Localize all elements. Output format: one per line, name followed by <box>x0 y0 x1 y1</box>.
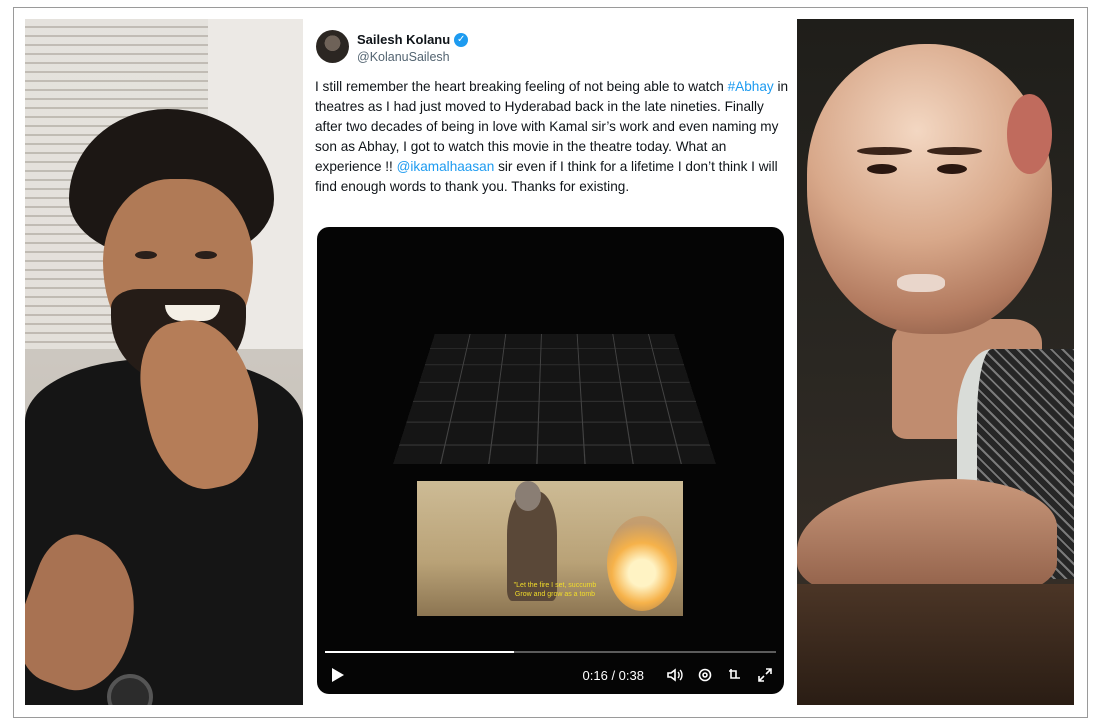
eye <box>135 251 157 259</box>
ear <box>1007 94 1052 174</box>
mouth <box>897 274 945 292</box>
fullscreen-icon <box>758 668 772 682</box>
play-icon <box>332 668 344 682</box>
subtitle-line: Grow and grow as a tomb <box>514 591 596 598</box>
eye <box>195 251 217 259</box>
progress-fill <box>325 651 515 653</box>
theatre-ceiling <box>393 334 716 465</box>
right-portrait-photo <box>797 19 1074 705</box>
author-name[interactable]: Sailesh Kolanu ✓ <box>357 32 469 47</box>
left-portrait-photo <box>25 19 303 705</box>
smile <box>165 305 220 321</box>
subtitle: "Let the fire I set, succumb Grow and gr… <box>485 581 625 599</box>
arm <box>797 479 1057 599</box>
subtitle-line: "Let the fire I set, succumb <box>513 582 597 589</box>
fullscreen-button[interactable] <box>756 666 774 684</box>
rotate-icon <box>729 669 740 679</box>
hashtag-link[interactable]: #Abhay <box>728 79 774 94</box>
display-name-text[interactable]: Sailesh Kolanu <box>357 32 450 47</box>
volume-button[interactable] <box>666 666 684 684</box>
mention-link[interactable]: @ikamalhaasan <box>397 159 495 174</box>
avatar[interactable] <box>316 30 349 63</box>
eyebrow <box>927 147 982 155</box>
settings-icon <box>698 668 712 682</box>
movie-screen: "Let the fire I set, succumb Grow and gr… <box>417 481 683 616</box>
verified-badge-icon: ✓ <box>454 32 469 47</box>
time-display: 0:16 / 0:38 <box>582 667 644 683</box>
eye <box>867 164 897 174</box>
rotate-button[interactable] <box>726 666 744 684</box>
foreground-surface <box>797 584 1074 705</box>
eye <box>937 164 967 174</box>
video-controls: 0:16 / 0:38 <box>317 661 784 689</box>
author-handle[interactable]: @KolanuSailesh <box>357 50 450 64</box>
volume-icon <box>667 668 683 682</box>
tweet-card: Sailesh Kolanu ✓ @KolanuSailesh I still … <box>305 19 795 705</box>
settings-button[interactable] <box>696 666 714 684</box>
play-button[interactable] <box>327 666 345 684</box>
tweet-text: I still remember the heart breaking feel… <box>315 77 793 198</box>
eyebrow <box>857 147 912 155</box>
video-player[interactable]: "Let the fire I set, succumb Grow and gr… <box>317 227 784 694</box>
progress-bar[interactable] <box>325 651 776 653</box>
tweet-text-part: I still remember the heart breaking feel… <box>315 79 728 94</box>
figure-head <box>515 481 541 511</box>
